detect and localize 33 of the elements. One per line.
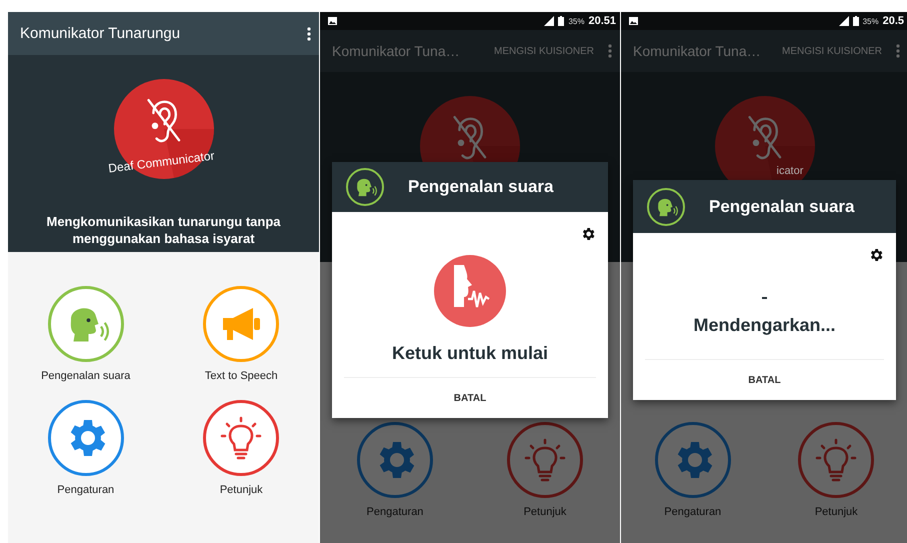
image-icon bbox=[328, 17, 337, 25]
dialog-message: Mendengarkan... bbox=[693, 314, 836, 336]
app-title: Komunikator Tuna… bbox=[332, 43, 460, 59]
logo-caption: Deaf Communicator bbox=[107, 148, 215, 176]
app-title: Komunikator Tuna… bbox=[633, 43, 761, 59]
settings-icon[interactable] bbox=[868, 247, 884, 263]
battery-icon bbox=[558, 16, 564, 26]
image-icon bbox=[629, 17, 638, 25]
more-icon bbox=[307, 26, 311, 40]
tagline: Mengkomunikasikan tunarungu tanpa menggunakan bahasa isyarat bbox=[45, 213, 282, 247]
settings-icon[interactable] bbox=[580, 226, 596, 242]
signal-icon bbox=[838, 16, 849, 26]
menu-tile[interactable]: Petunjuk bbox=[164, 400, 319, 496]
cancel-button[interactable]: BATAL bbox=[633, 360, 896, 400]
app-title: Komunikator Tunarungu bbox=[20, 25, 180, 42]
dialog-message: Ketuk untuk mulai bbox=[392, 343, 548, 364]
battery-percent: 35% bbox=[568, 16, 584, 26]
more-icon bbox=[608, 44, 612, 58]
speaking-face-button[interactable] bbox=[434, 255, 506, 327]
signal-icon bbox=[544, 16, 554, 26]
cancel-button[interactable]: BATAL bbox=[332, 378, 608, 418]
dialog-title: Pengenalan suara bbox=[408, 177, 554, 197]
menu-tile[interactable]: Text to Speech bbox=[164, 286, 319, 382]
clock-time: 20.51 bbox=[588, 15, 616, 27]
dialog-title: Pengenalan suara bbox=[709, 196, 855, 216]
battery-percent: 35% bbox=[862, 16, 879, 26]
logo-caption: icator bbox=[776, 165, 804, 177]
more-icon bbox=[896, 44, 900, 58]
clock-time: 20.5 bbox=[882, 15, 904, 27]
battery-icon bbox=[852, 16, 859, 26]
menu-tile[interactable]: Pengenalan suara bbox=[8, 286, 164, 382]
menu-tile[interactable]: Pengaturan bbox=[8, 400, 164, 496]
more-button[interactable] bbox=[305, 24, 313, 42]
